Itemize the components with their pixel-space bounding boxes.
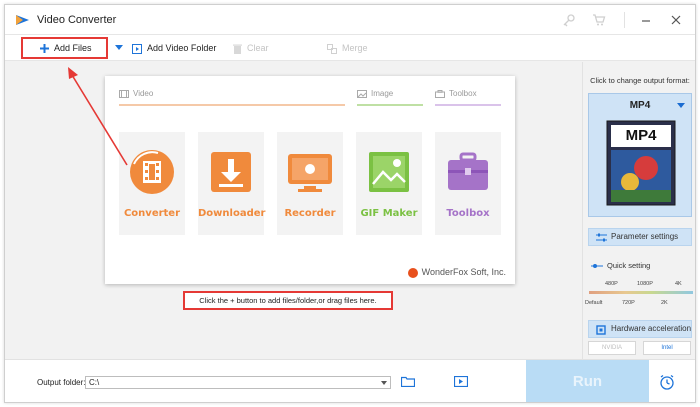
app-window: Video Converter Add Files Add Video Fold…: [4, 4, 696, 403]
annotation-arrow: [68, 67, 128, 166]
